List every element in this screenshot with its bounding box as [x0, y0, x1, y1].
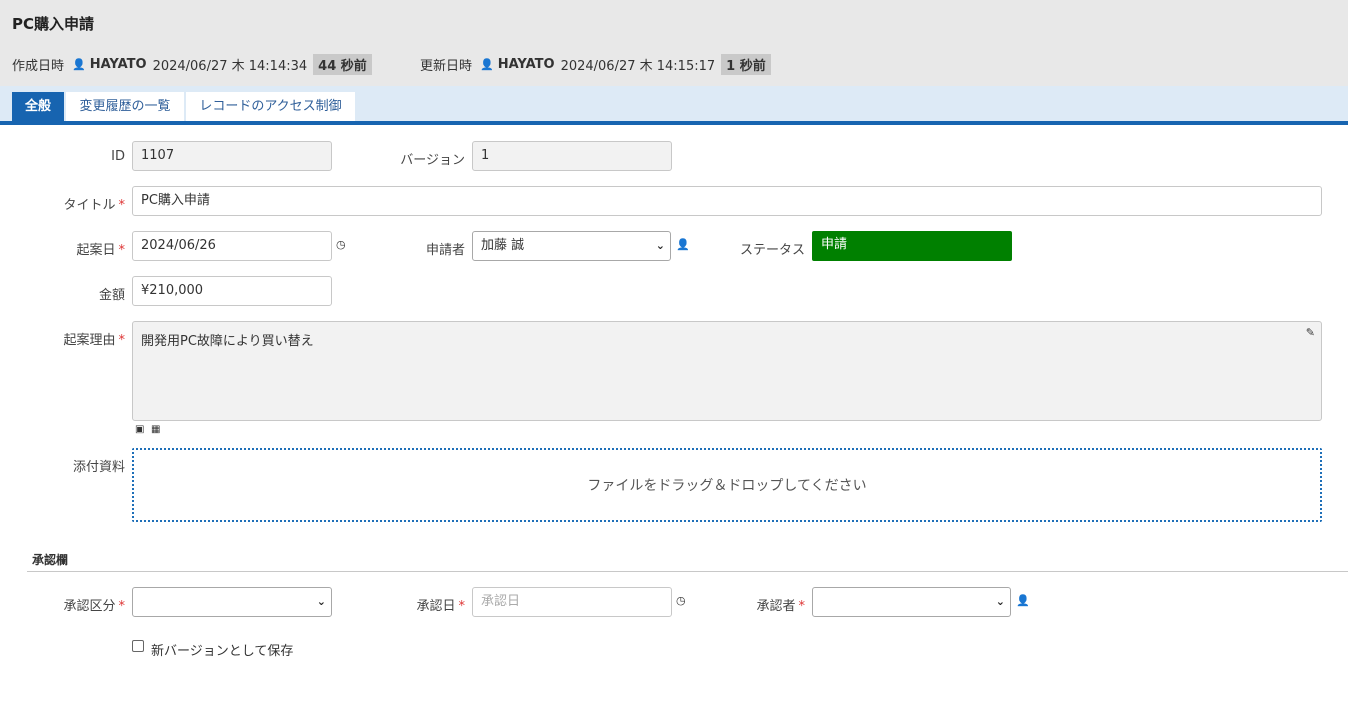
approval-date-placeholder: 承認日: [481, 594, 521, 609]
attachments-label: 添付資料: [72, 460, 125, 475]
image-icon[interactable]: ▣: [135, 424, 144, 435]
status-badge: 申請: [812, 231, 1012, 261]
tab-general[interactable]: 全般: [12, 92, 64, 121]
pencil-icon[interactable]: ✎: [1306, 326, 1315, 339]
proposal-date-input[interactable]: 2024/06/26: [132, 231, 332, 261]
approver-label: 承認者 *: [756, 599, 805, 614]
updated-user[interactable]: HAYATO: [498, 57, 555, 72]
reason-text: 開発用PC故障により買い替え: [141, 334, 314, 349]
created-label: 作成日時: [12, 58, 65, 74]
created-ago-badge: 44 秒前: [313, 53, 372, 75]
record-header: PC購入申請 作成日時 👤 HAYATO 2024/06/27 木 14:14:…: [0, 0, 1348, 86]
tab-history[interactable]: 変更履歴の一覧: [66, 92, 184, 121]
title-input[interactable]: PC購入申請: [132, 186, 1322, 216]
created-datetime: 2024/06/27 木 14:14:34: [152, 58, 308, 74]
table-icon[interactable]: ▦: [151, 424, 160, 435]
title-label: タイトル *: [63, 198, 125, 213]
chevron-down-icon: ⌄: [316, 595, 326, 608]
applicant-label: 申請者: [425, 243, 465, 258]
approval-section-title: 承認欄: [32, 553, 69, 567]
approval-date-label: 承認日 *: [416, 599, 465, 614]
approval-category-select[interactable]: ⌄: [132, 587, 332, 617]
tab-underline: [0, 121, 1348, 125]
amount-label: 金額: [98, 288, 125, 303]
dropzone-text: ファイルをドラッグ＆ドロップしてください: [587, 478, 867, 494]
user-icon[interactable]: 👤: [676, 238, 690, 251]
approver-select[interactable]: ⌄: [812, 587, 1011, 617]
clock-icon[interactable]: ◷: [676, 594, 686, 607]
clock-icon[interactable]: ◷: [336, 238, 346, 251]
version-field: 1: [472, 141, 672, 171]
reason-textarea[interactable]: 開発用PC故障により買い替え ✎: [132, 321, 1322, 421]
proposal-date-label: 起案日 *: [76, 243, 125, 258]
user-icon: 👤: [72, 57, 86, 71]
id-label: ID: [111, 149, 125, 164]
approval-category-label: 承認区分 *: [63, 599, 125, 614]
updated-meta: 更新日時 👤 HAYATO 2024/06/27 木 14:15:17 1 秒前: [420, 53, 771, 75]
section-divider: [27, 571, 1348, 572]
file-dropzone[interactable]: ファイルをドラッグ＆ドロップしてください: [132, 448, 1322, 522]
updated-label: 更新日時: [420, 58, 473, 74]
updated-ago-badge: 1 秒前: [721, 53, 771, 75]
status-label: ステータス: [739, 243, 805, 258]
page-title: PC購入申請: [12, 15, 95, 33]
chevron-down-icon: ⌄: [655, 239, 665, 252]
applicant-select[interactable]: 加藤 誠 ⌄: [472, 231, 671, 261]
reason-label: 起案理由 *: [63, 333, 125, 348]
id-field: 1107: [132, 141, 332, 171]
user-icon[interactable]: 👤: [1016, 594, 1030, 607]
updated-datetime: 2024/06/27 木 14:15:17: [560, 58, 716, 74]
save-new-version-label[interactable]: 新バージョンとして保存: [151, 640, 293, 659]
amount-input[interactable]: ¥210,000: [132, 276, 332, 306]
applicant-value: 加藤 誠: [481, 238, 525, 253]
chevron-down-icon: ⌄: [995, 595, 1005, 608]
created-meta: 作成日時 👤 HAYATO 2024/06/27 木 14:14:34 44 秒…: [12, 53, 372, 75]
tab-access-control[interactable]: レコードのアクセス制御: [186, 92, 355, 121]
save-new-version-checkbox[interactable]: [132, 640, 144, 652]
version-label: バージョン: [400, 153, 465, 168]
user-icon: 👤: [480, 57, 494, 71]
approval-date-input[interactable]: 承認日: [472, 587, 672, 617]
created-user[interactable]: HAYATO: [90, 57, 147, 72]
